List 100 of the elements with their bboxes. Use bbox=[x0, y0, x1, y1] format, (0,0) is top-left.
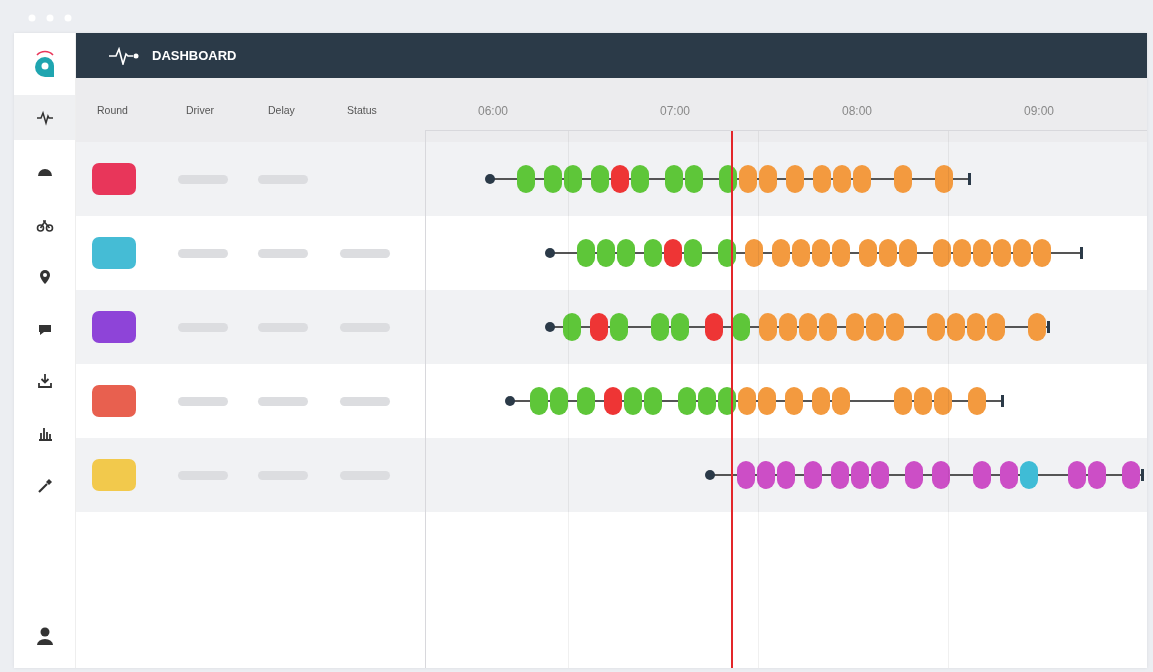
placeholder-bar bbox=[340, 396, 390, 406]
stop-marker[interactable] bbox=[934, 387, 952, 415]
stop-marker[interactable] bbox=[973, 461, 991, 489]
stop-marker[interactable] bbox=[577, 387, 595, 415]
stop-marker[interactable] bbox=[987, 313, 1005, 341]
stop-marker[interactable] bbox=[905, 461, 923, 489]
stop-marker[interactable] bbox=[624, 387, 642, 415]
user-icon[interactable] bbox=[35, 626, 54, 646]
start-dot bbox=[705, 470, 715, 480]
stop-marker[interactable] bbox=[577, 239, 595, 267]
stop-marker[interactable] bbox=[779, 313, 797, 341]
stop-marker[interactable] bbox=[759, 313, 777, 341]
stop-marker[interactable] bbox=[705, 313, 723, 341]
stop-marker[interactable] bbox=[968, 387, 986, 415]
stop-marker[interactable] bbox=[853, 165, 871, 193]
stop-marker[interactable] bbox=[611, 165, 629, 193]
stop-marker[interactable] bbox=[812, 239, 830, 267]
stop-marker[interactable] bbox=[644, 387, 662, 415]
stop-marker[interactable] bbox=[813, 165, 831, 193]
placeholder-bar bbox=[178, 248, 228, 258]
stop-marker[interactable] bbox=[886, 313, 904, 341]
stop-marker[interactable] bbox=[935, 165, 953, 193]
stop-marker[interactable] bbox=[544, 165, 562, 193]
stop-marker[interactable] bbox=[758, 387, 776, 415]
stop-marker[interactable] bbox=[610, 313, 628, 341]
stop-marker[interactable] bbox=[1000, 461, 1018, 489]
time-tick: 06:00 bbox=[478, 104, 508, 118]
stop-marker[interactable] bbox=[759, 165, 777, 193]
stop-marker[interactable] bbox=[631, 165, 649, 193]
stop-marker[interactable] bbox=[644, 239, 662, 267]
stop-marker[interactable] bbox=[772, 239, 790, 267]
stop-marker[interactable] bbox=[833, 165, 851, 193]
stop-marker[interactable] bbox=[786, 165, 804, 193]
stop-marker[interactable] bbox=[1088, 461, 1106, 489]
stop-marker[interactable] bbox=[604, 387, 622, 415]
stop-marker[interactable] bbox=[597, 239, 615, 267]
stop-marker[interactable] bbox=[671, 313, 689, 341]
stop-marker[interactable] bbox=[933, 239, 951, 267]
stop-marker[interactable] bbox=[550, 387, 568, 415]
stop-marker[interactable] bbox=[678, 387, 696, 415]
stop-marker[interactable] bbox=[879, 239, 897, 267]
stop-marker[interactable] bbox=[591, 165, 609, 193]
stop-marker[interactable] bbox=[664, 239, 682, 267]
stop-marker[interactable] bbox=[859, 239, 877, 267]
stop-marker[interactable] bbox=[812, 387, 830, 415]
column-header: Delay bbox=[268, 104, 296, 116]
stop-marker[interactable] bbox=[993, 239, 1011, 267]
stop-marker[interactable] bbox=[1020, 461, 1038, 489]
stop-marker[interactable] bbox=[517, 165, 535, 193]
stop-marker[interactable] bbox=[914, 387, 932, 415]
stop-marker[interactable] bbox=[777, 461, 795, 489]
stop-marker[interactable] bbox=[1028, 313, 1046, 341]
pulse-icon bbox=[108, 46, 140, 65]
stop-marker[interactable] bbox=[757, 461, 775, 489]
stop-marker[interactable] bbox=[819, 313, 837, 341]
stop-marker[interactable] bbox=[684, 239, 702, 267]
stop-marker[interactable] bbox=[737, 461, 755, 489]
stop-marker[interactable] bbox=[1033, 239, 1051, 267]
stop-marker[interactable] bbox=[792, 239, 810, 267]
stop-marker[interactable] bbox=[563, 313, 581, 341]
stop-marker[interactable] bbox=[832, 239, 850, 267]
stop-marker[interactable] bbox=[831, 461, 849, 489]
end-marker bbox=[1080, 247, 1083, 259]
stop-marker[interactable] bbox=[745, 239, 763, 267]
stop-marker[interactable] bbox=[590, 313, 608, 341]
stop-marker[interactable] bbox=[846, 313, 864, 341]
end-marker bbox=[968, 173, 971, 185]
stop-marker[interactable] bbox=[866, 313, 884, 341]
stop-marker[interactable] bbox=[799, 313, 817, 341]
stop-marker[interactable] bbox=[932, 461, 950, 489]
stop-marker[interactable] bbox=[685, 165, 703, 193]
stop-marker[interactable] bbox=[832, 387, 850, 415]
stop-marker[interactable] bbox=[973, 239, 991, 267]
stop-marker[interactable] bbox=[953, 239, 971, 267]
end-marker bbox=[1141, 469, 1144, 481]
stop-marker[interactable] bbox=[1013, 239, 1031, 267]
stop-marker[interactable] bbox=[927, 313, 945, 341]
stop-marker[interactable] bbox=[739, 165, 757, 193]
stop-marker[interactable] bbox=[785, 387, 803, 415]
stop-marker[interactable] bbox=[894, 165, 912, 193]
stop-marker[interactable] bbox=[804, 461, 822, 489]
stop-marker[interactable] bbox=[899, 239, 917, 267]
stop-marker[interactable] bbox=[564, 165, 582, 193]
column-header: Status bbox=[347, 104, 378, 116]
stop-marker[interactable] bbox=[947, 313, 965, 341]
placeholder-bar bbox=[340, 248, 390, 258]
stop-marker[interactable] bbox=[967, 313, 985, 341]
stop-marker[interactable] bbox=[738, 387, 756, 415]
stop-marker[interactable] bbox=[530, 387, 548, 415]
stop-marker[interactable] bbox=[698, 387, 716, 415]
start-dot bbox=[545, 322, 555, 332]
stop-marker[interactable] bbox=[1122, 461, 1140, 489]
stop-marker[interactable] bbox=[894, 387, 912, 415]
stop-marker[interactable] bbox=[851, 461, 869, 489]
stop-marker[interactable] bbox=[665, 165, 683, 193]
stop-marker[interactable] bbox=[871, 461, 889, 489]
stop-marker[interactable] bbox=[1068, 461, 1086, 489]
start-dot bbox=[545, 248, 555, 258]
stop-marker[interactable] bbox=[651, 313, 669, 341]
stop-marker[interactable] bbox=[617, 239, 635, 267]
